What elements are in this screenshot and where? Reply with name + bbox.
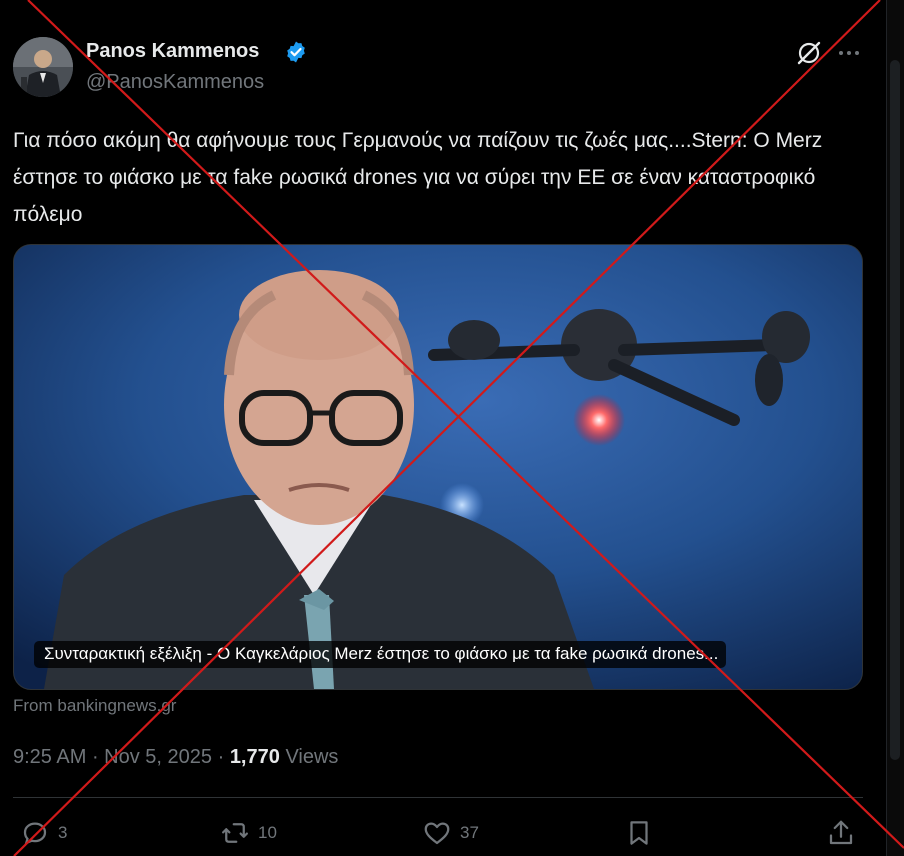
- link-card-caption: Συνταρακτική εξέλιξη - Ο Καγκελάριος Mer…: [34, 641, 727, 668]
- more-icon[interactable]: [836, 40, 862, 66]
- reply-icon: [23, 822, 47, 845]
- bookmark-button[interactable]: [624, 818, 662, 848]
- meta-separator: ·: [217, 746, 230, 768]
- avatar[interactable]: [13, 37, 73, 97]
- repost-icon: [222, 823, 248, 843]
- views-label: Views: [285, 746, 339, 768]
- like-count: 37: [460, 823, 479, 842]
- link-card[interactable]: Συνταρακτική εξέλιξη - Ο Καγκελάριος Mer…: [13, 244, 863, 690]
- tweet-text: Για πόσο ακόμη θα αφήνουμε τους Γερμανού…: [13, 129, 823, 226]
- tweet-date[interactable]: Nov 5, 2025: [104, 746, 212, 768]
- repost-button[interactable]: 10: [220, 818, 277, 848]
- grok-icon[interactable]: [796, 40, 822, 66]
- reply-count: 3: [58, 823, 68, 842]
- like-button[interactable]: 37: [422, 818, 479, 848]
- share-button[interactable]: [826, 818, 864, 848]
- scrollbar-thumb[interactable]: [890, 60, 900, 760]
- tweet-time[interactable]: 9:25 AM: [13, 746, 86, 768]
- avatar-image: [13, 37, 73, 97]
- verified-badge-icon: [287, 41, 305, 63]
- bookmark-icon: [630, 821, 648, 845]
- author-handle[interactable]: @PanosKammenos: [86, 71, 264, 94]
- meta-separator: ·: [91, 746, 105, 768]
- link-card-source[interactable]: From bankingnews.gr: [13, 696, 176, 716]
- repost-count: 10: [258, 823, 277, 842]
- reply-button[interactable]: 3: [20, 818, 67, 848]
- tweet-meta: 9:25 AM · Nov 5, 2025 · 1,770 Views: [13, 746, 338, 769]
- author-display-name[interactable]: Panos Kammenos: [86, 40, 259, 63]
- divider: [13, 797, 863, 798]
- like-icon: [424, 822, 450, 845]
- link-card-image: [14, 245, 862, 689]
- share-icon: [829, 820, 853, 845]
- views-count: 1,770: [229, 746, 280, 768]
- scrollbar[interactable]: [886, 0, 904, 856]
